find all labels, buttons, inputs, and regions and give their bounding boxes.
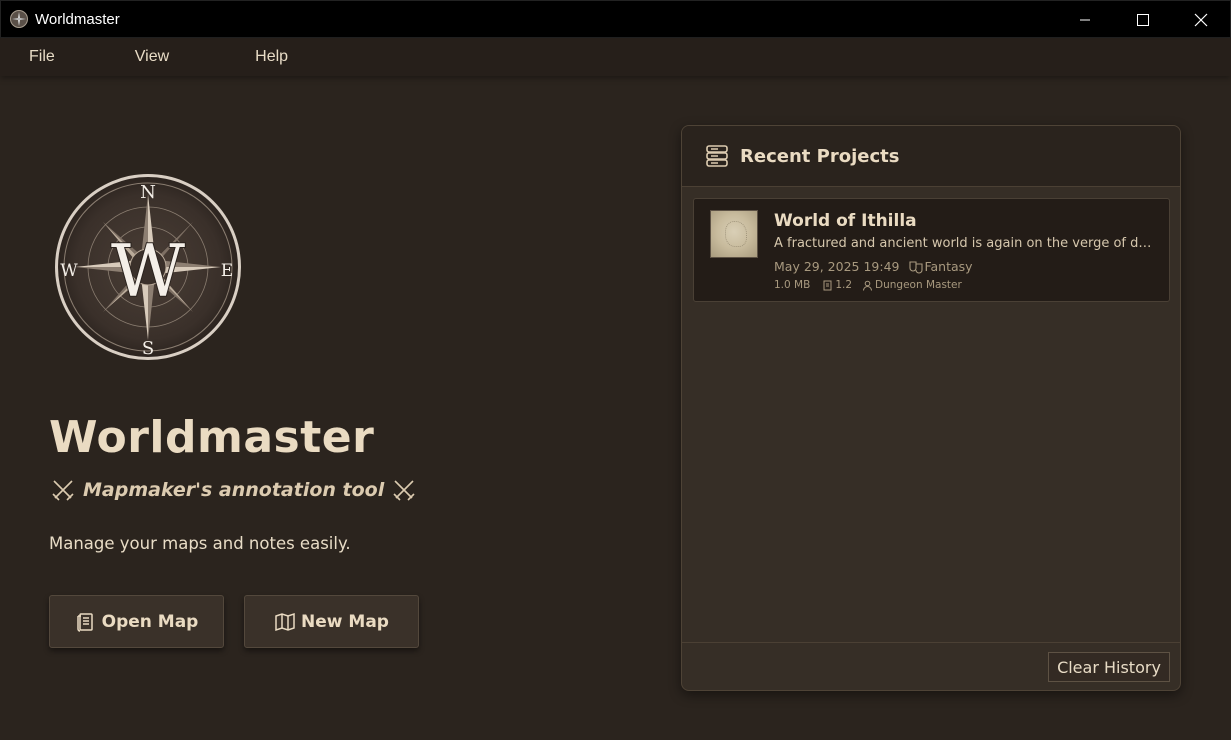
window-title: Worldmaster [35,10,120,28]
window-controls [1056,1,1230,39]
document-icon [823,280,832,290]
panel-header: Recent Projects [682,126,1180,187]
mask-icon [909,260,924,273]
project-version: 1.2 [835,279,853,291]
open-map-icon [275,612,295,631]
menu-help[interactable]: Help [243,48,300,66]
project-thumbnail [710,210,758,258]
project-item[interactable]: World of Ithilla A fractured and ancient… [693,198,1170,302]
stacked-books-icon [706,145,728,167]
project-genre: Fantasy [924,259,973,274]
new-map-label: New Map [301,611,389,632]
tagline: Mapmaker's annotation tool [49,476,418,504]
project-role: Dungeon Master [875,279,962,291]
compass-north: N [140,182,156,203]
maximize-icon [1137,14,1149,26]
recent-projects-panel: Recent Projects World of Ithilla A fract… [681,125,1181,691]
open-map-button[interactable]: Open Map [49,595,224,648]
maximize-button[interactable] [1114,1,1172,39]
panel-footer: Clear History [682,642,1180,690]
user-icon [863,280,873,291]
minimize-button[interactable] [1056,1,1114,39]
crossed-swords-icon [393,480,415,501]
project-meta-primary: May 29, 2025 19:49 Fantasy [774,259,973,274]
tagline-text: Mapmaker's annotation tool [83,479,385,501]
menu-file[interactable]: File [17,48,67,66]
app-title: Worldmaster [49,412,375,463]
compass-east: E [221,261,233,281]
clear-history-button[interactable]: Clear History [1048,652,1170,682]
title-bar: Worldmaster [0,0,1231,38]
panel-title: Recent Projects [740,145,900,167]
open-map-label: Open Map [101,611,199,632]
project-meta-secondary: 1.0 MB 1.2 Dungeon Master [774,279,962,291]
compass-west: W [60,261,78,281]
project-name: World of Ithilla [774,211,917,231]
compass-center-letter: W [111,229,185,313]
description: Manage your maps and notes easily. [49,534,351,553]
compass-south: S [142,338,154,359]
project-description: A fractured and ancient world is again o… [774,236,1159,251]
close-button[interactable] [1172,1,1230,39]
compass-rose-icon: W N S W E [55,174,241,360]
crossed-swords-icon [52,480,74,501]
close-icon [1194,13,1208,27]
project-date: May 29, 2025 19:49 [774,259,900,274]
compass-icon [10,10,28,28]
menu-bar: File View Help [0,38,1231,76]
project-size: 1.0 MB [774,279,811,291]
new-map-button[interactable]: New Map [244,595,419,648]
scroll-icon [76,612,93,632]
minimize-icon [1080,19,1090,21]
menu-view[interactable]: View [123,48,181,66]
